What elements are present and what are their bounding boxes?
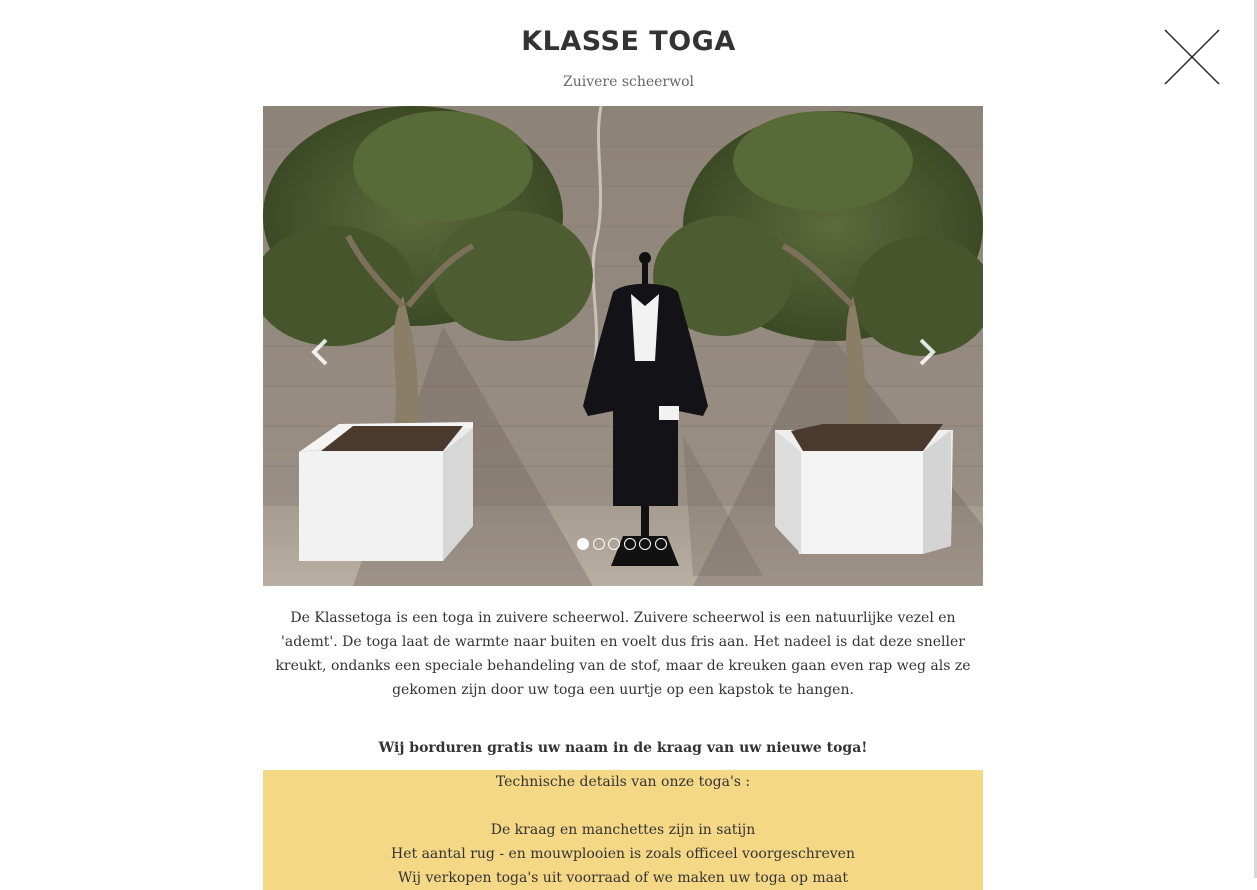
technical-details-heading: Technische details van onze toga's : [495,774,751,790]
carousel-indicator-dot[interactable] [608,538,620,550]
product-photo [263,106,983,586]
carousel-indicator-dot[interactable] [654,538,667,550]
product-image-carousel[interactable] [263,106,983,586]
page-title: KLASSE TOGA [521,26,736,57]
carousel-indicator-dot[interactable] [577,538,589,550]
carousel-indicators [577,538,667,552]
carousel-next-button[interactable] [911,330,941,374]
page-subtitle: Zuivere scheerwol [562,74,695,90]
carousel-indicator-dot[interactable] [623,538,636,550]
technical-detail-item: Het aantal rug - en mouwplooien is zoals… [391,846,855,862]
carousel-indicator-dot[interactable] [592,538,605,550]
promo-text: Wij borduren gratis uw naam in de kraag … [378,740,868,756]
carousel-prev-button[interactable] [306,330,336,374]
chevron-right-icon [919,338,936,366]
technical-detail-item: Wij verkopen toga's uit voorraad of we m… [398,870,848,886]
chevron-left-icon [311,338,328,366]
technical-details: Technische details van onze toga's : De … [263,770,983,890]
carousel-indicator-dot[interactable] [639,538,651,550]
product-description: De Klassetoga is een toga in zuivere sch… [275,610,971,698]
technical-detail-item: De kraag en manchettes zijn in satijn [490,822,756,838]
